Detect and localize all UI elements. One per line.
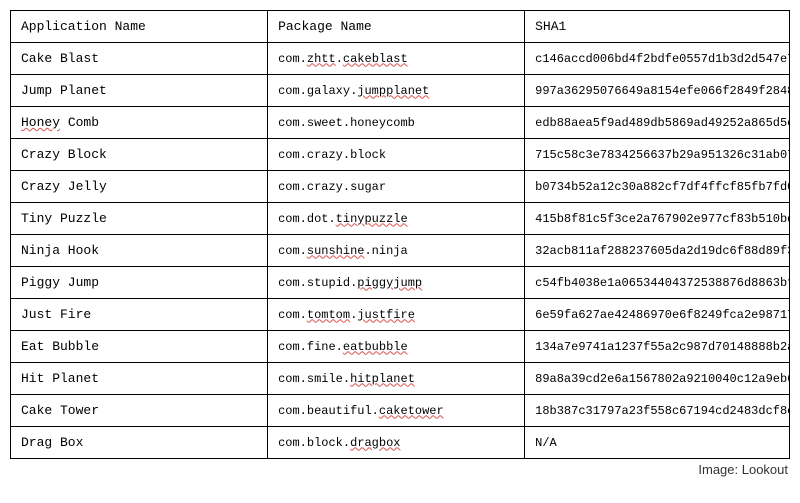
package-name-cell: com.tomtom.justfire bbox=[268, 299, 525, 331]
package-name-cell: com.galaxy.jumpplanet bbox=[268, 75, 525, 107]
header-app: Application Name bbox=[11, 11, 268, 43]
malware-table: Application Name Package Name SHA1 Cake … bbox=[10, 10, 790, 459]
sha1-cell: 415b8f81c5f3ce2a767902e977cf83b510bd467e bbox=[525, 203, 790, 235]
app-name-cell: Piggy Jump bbox=[11, 267, 268, 299]
app-name-cell: Crazy Block bbox=[11, 139, 268, 171]
app-name-cell: Cake Blast bbox=[11, 43, 268, 75]
table-row: Piggy Jumpcom.stupid.piggyjumpc54fb4038e… bbox=[11, 267, 790, 299]
sha1-cell: 32acb811af288237605da2d19dc6f88d89f321ed bbox=[525, 235, 790, 267]
app-name-cell: Cake Tower bbox=[11, 395, 268, 427]
app-name-cell: Crazy Jelly bbox=[11, 171, 268, 203]
table-row: Drag Boxcom.block.dragbox N/A bbox=[11, 427, 790, 459]
header-pkg: Package Name bbox=[268, 11, 525, 43]
header-row: Application Name Package Name SHA1 bbox=[11, 11, 790, 43]
header-sha: SHA1 bbox=[525, 11, 790, 43]
table-row: Crazy Blockcom.crazy.block715c58c3e78342… bbox=[11, 139, 790, 171]
package-name-cell: com.zhtt.cakeblast bbox=[268, 43, 525, 75]
table-row: Hit Planetcom.smile.hitplanet89a8a39cd2e… bbox=[11, 363, 790, 395]
package-name-cell: com.crazy.block bbox=[268, 139, 525, 171]
sha1-cell: 997a36295076649a8154efe066f2849f2848b5b0 bbox=[525, 75, 790, 107]
package-name-cell: com.dot.tinypuzzle bbox=[268, 203, 525, 235]
package-name-cell: com.stupid.piggyjump bbox=[268, 267, 525, 299]
table-row: Just Firecom.tomtom.justfire6e59fa627ae4… bbox=[11, 299, 790, 331]
app-name-cell: Tiny Puzzle bbox=[11, 203, 268, 235]
sha1-cell: 89a8a39cd2e6a1567802a9210040c12a9eb63c7c bbox=[525, 363, 790, 395]
package-name-cell: com.block.dragbox bbox=[268, 427, 525, 459]
sha1-cell: c146accd006bd4f2bdfe0557d1b3d2d547e74717 bbox=[525, 43, 790, 75]
table-row: Eat Bubblecom.fine.eatbubble134a7e9741a1… bbox=[11, 331, 790, 363]
app-name-cell: Jump Planet bbox=[11, 75, 268, 107]
sha1-cell: b0734b52a12c30a882cf7df4ffcf85fb7fd0e9b7 bbox=[525, 171, 790, 203]
sha1-cell: edb88aea5f9ad489db5869ad49252a865d5cd9f0 bbox=[525, 107, 790, 139]
table-row: Honey Combcom.sweet.honeycombedb88aea5f9… bbox=[11, 107, 790, 139]
table-row: Cake Blastcom.zhtt.cakeblastc146accd006b… bbox=[11, 43, 790, 75]
package-name-cell: com.sunshine.ninja bbox=[268, 235, 525, 267]
table-row: Cake Towercom.beautiful.caketower18b387c… bbox=[11, 395, 790, 427]
sha1-cell: 18b387c31797a23f558c67194cd2483dcf8cd033 bbox=[525, 395, 790, 427]
sha1-cell: 134a7e9741a1237f55a2c987d70148888b2ad3f9 bbox=[525, 331, 790, 363]
app-name-cell: Eat Bubble bbox=[11, 331, 268, 363]
app-name-cell: Hit Planet bbox=[11, 363, 268, 395]
package-name-cell: com.fine.eatbubble bbox=[268, 331, 525, 363]
table-row: Ninja Hookcom.sunshine.ninja32acb811af28… bbox=[11, 235, 790, 267]
app-name-cell: Honey Comb bbox=[11, 107, 268, 139]
table-row: Tiny Puzzlecom.dot.tinypuzzle415b8f81c5f… bbox=[11, 203, 790, 235]
package-name-cell: com.smile.hitplanet bbox=[268, 363, 525, 395]
package-name-cell: com.crazy.sugar bbox=[268, 171, 525, 203]
package-name-cell: com.beautiful.caketower bbox=[268, 395, 525, 427]
app-name-cell: Ninja Hook bbox=[11, 235, 268, 267]
sha1-cell: N/A bbox=[525, 427, 790, 459]
image-credit: Image: Lookout bbox=[10, 462, 790, 477]
sha1-cell: 715c58c3e7834256637b29a951326c31ab0730b0 bbox=[525, 139, 790, 171]
table-row: Crazy Jellycom.crazy.sugarb0734b52a12c30… bbox=[11, 171, 790, 203]
app-name-cell: Drag Box bbox=[11, 427, 268, 459]
app-name-cell: Just Fire bbox=[11, 299, 268, 331]
table-row: Jump Planetcom.galaxy.jumpplanet997a3629… bbox=[11, 75, 790, 107]
sha1-cell: c54fb4038e1a06534404372538876d8863bfc507 bbox=[525, 267, 790, 299]
package-name-cell: com.sweet.honeycomb bbox=[268, 107, 525, 139]
sha1-cell: 6e59fa627ae42486970e6f8249fca2e987174f04 bbox=[525, 299, 790, 331]
